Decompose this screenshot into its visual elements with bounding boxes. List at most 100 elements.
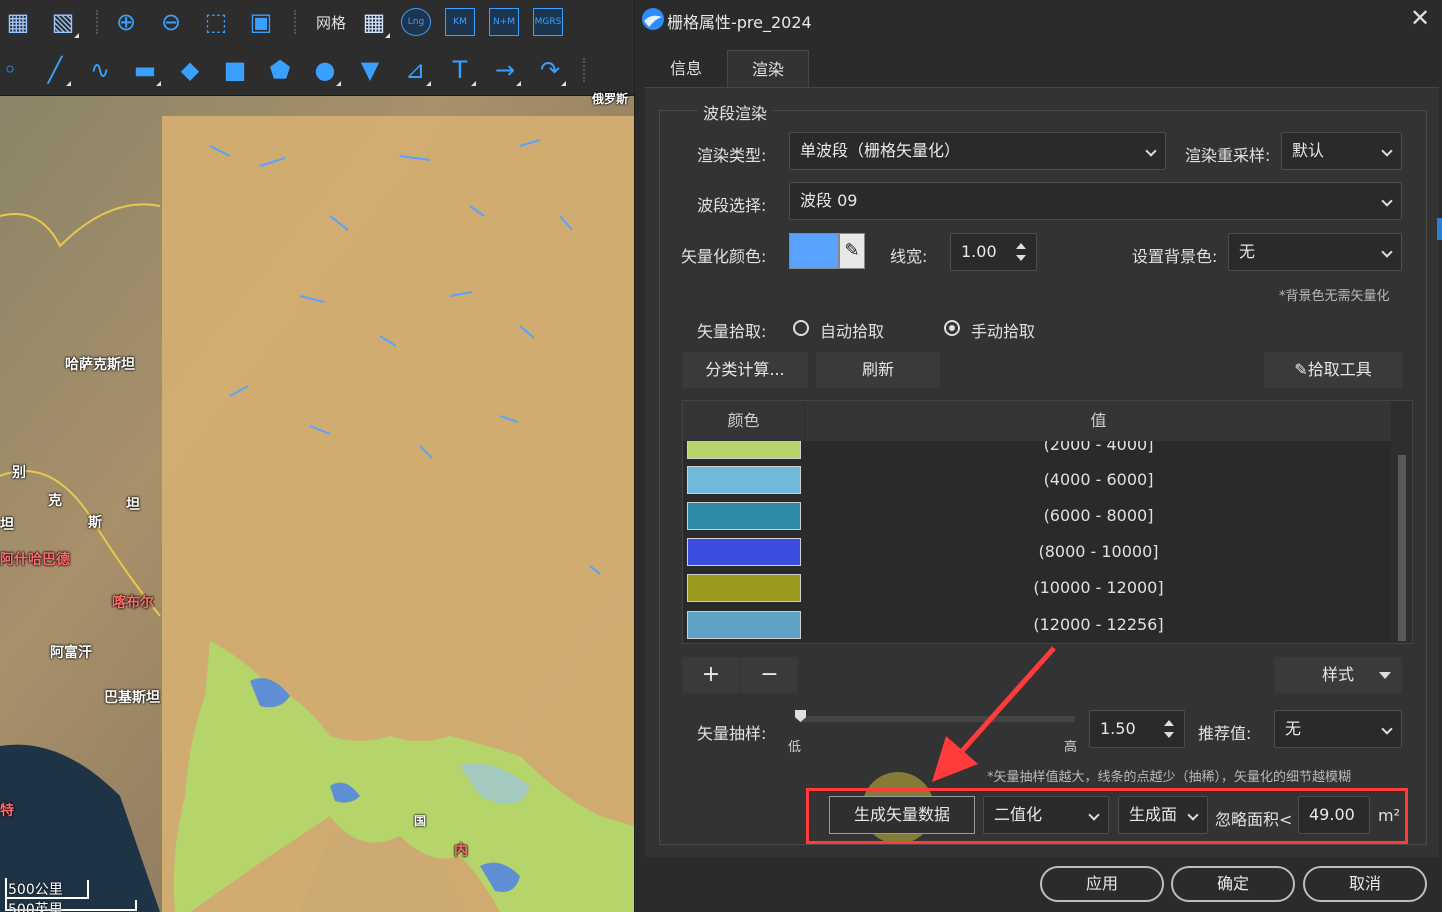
- class-value: (12000 - 12256]: [1033, 615, 1164, 634]
- band-value: 波段 09: [800, 191, 858, 210]
- class-value: (10000 - 12000]: [1033, 578, 1164, 597]
- draw-arc-icon[interactable]: ↷: [532, 52, 568, 88]
- table-header-value[interactable]: 值: [806, 401, 1391, 441]
- style-label: 样式: [1321, 665, 1354, 684]
- pick-auto-radio[interactable]: [793, 320, 809, 336]
- table-row[interactable]: (12000 - 12256]: [683, 607, 1391, 643]
- full-extent-icon[interactable]: ▣: [243, 4, 279, 40]
- classify-button[interactable]: 分类计算...: [682, 352, 808, 388]
- eyedropper-icon[interactable]: ✎: [839, 233, 865, 269]
- sampling-label: 矢量抽样:: [697, 724, 767, 743]
- remove-class-button[interactable]: −: [741, 657, 798, 693]
- draw-line-icon[interactable]: ╱: [37, 52, 73, 88]
- bg-color-label: 设置背景色:: [1132, 247, 1218, 266]
- chevron-down-icon: [1145, 145, 1157, 157]
- band-label: 波段选择:: [697, 196, 767, 215]
- spin-down-icon[interactable]: [1164, 732, 1174, 738]
- map-label-tan-left: 坦: [0, 517, 14, 533]
- map-label-si: 斯: [88, 515, 102, 531]
- recommend-select[interactable]: 无: [1274, 710, 1402, 748]
- draw-polygon-icon[interactable]: ◆: [172, 52, 208, 88]
- basemap-icon[interactable]: ▧: [45, 4, 81, 40]
- ok-button[interactable]: 确定: [1171, 866, 1295, 902]
- recommend-value: 无: [1285, 719, 1302, 738]
- app-root: ▦ ▧ ⊕ ⊖ ⬚ ▣ 网格 ▦ Lng KM N+M MGRS ◦ ╱ ∿ ▬…: [0, 0, 1442, 912]
- table-header-color[interactable]: 颜色: [683, 401, 805, 441]
- map-canvas[interactable]: [0, 96, 634, 912]
- draw-circle-icon[interactable]: ●: [307, 52, 343, 88]
- apply-button[interactable]: 应用: [1040, 866, 1164, 902]
- pick-manual-label[interactable]: 手动拾取: [971, 318, 1035, 342]
- dialog-titlebar[interactable]: 栅格属性-pre_2024 ✕: [635, 0, 1442, 38]
- add-class-button[interactable]: +: [682, 657, 740, 693]
- pick-manual-radio[interactable]: [944, 320, 960, 336]
- draw-measure-icon[interactable]: ⊿: [397, 52, 433, 88]
- class-color-swatch[interactable]: [687, 466, 801, 494]
- map-label-bie: 别: [12, 465, 26, 481]
- resample-value: 默认: [1292, 141, 1325, 160]
- sampling-spinbox[interactable]: 1.50: [1089, 710, 1185, 748]
- vector-color-swatch[interactable]: [789, 233, 839, 269]
- spin-down-icon[interactable]: [1016, 255, 1026, 261]
- refresh-button[interactable]: 刷新: [816, 352, 940, 388]
- draw-square-icon[interactable]: ■: [217, 52, 253, 88]
- spin-up-icon[interactable]: [1164, 720, 1174, 726]
- draw-pentagon-icon[interactable]: ⬟: [262, 52, 298, 88]
- pick-tool-button[interactable]: ✎拾取工具: [1264, 352, 1402, 388]
- grid-icon[interactable]: ▦: [356, 4, 392, 40]
- render-type-select[interactable]: 单波段（栅格矢量化）: [789, 132, 1166, 170]
- draw-sector-icon[interactable]: ▼: [352, 52, 388, 88]
- table-row[interactable]: (8000 - 10000]: [683, 534, 1391, 570]
- map-label-afghanistan: 阿富汗: [50, 645, 92, 661]
- tab-info[interactable]: 信息: [645, 50, 727, 88]
- class-color-swatch[interactable]: [687, 611, 801, 639]
- class-value: (4000 - 6000]: [1043, 470, 1154, 489]
- table-header: 颜色 值: [683, 401, 1391, 441]
- close-icon[interactable]: ✕: [1407, 5, 1433, 31]
- class-color-swatch[interactable]: [687, 502, 801, 530]
- spin-up-icon[interactable]: [1016, 243, 1026, 249]
- resample-select[interactable]: 默认: [1281, 132, 1402, 170]
- map-label-russia: 俄罗斯: [592, 92, 629, 106]
- band-select[interactable]: 波段 09: [789, 182, 1402, 220]
- map-label-te: 特: [0, 803, 14, 819]
- class-color-swatch[interactable]: [687, 574, 801, 602]
- table-row[interactable]: (6000 - 8000]: [683, 498, 1391, 534]
- nm-grid-icon[interactable]: N+M: [489, 8, 520, 36]
- layer-image-icon[interactable]: ▦: [0, 4, 36, 40]
- scroll-thumb[interactable]: [1398, 455, 1406, 641]
- km-grid-icon[interactable]: KM: [445, 8, 476, 36]
- annotation-arrow: [932, 646, 1056, 782]
- draw-text-icon[interactable]: T: [442, 52, 478, 88]
- line-width-value: 1.00: [961, 242, 997, 261]
- bg-color-select[interactable]: 无: [1228, 233, 1402, 271]
- mgrs-grid-icon[interactable]: MGRS: [533, 8, 564, 36]
- grid-label: 网格: [316, 13, 347, 32]
- map-label-kabul: 喀布尔: [112, 595, 154, 611]
- pick-auto-label[interactable]: 自动拾取: [820, 318, 884, 342]
- class-color-swatch[interactable]: [687, 538, 801, 566]
- dialog-title: 栅格属性-pre_2024: [667, 13, 812, 32]
- toolbar-separator: [294, 10, 300, 34]
- lng-grid-icon[interactable]: Lng: [401, 8, 432, 36]
- table-scrollbar[interactable]: [1391, 401, 1412, 643]
- style-button[interactable]: 样式: [1274, 657, 1402, 693]
- tab-render[interactable]: 渲染: [727, 50, 809, 88]
- cancel-button[interactable]: 取消: [1303, 866, 1427, 902]
- sampling-value: 1.50: [1100, 719, 1136, 738]
- table-row[interactable]: (10000 - 12000]: [683, 570, 1391, 606]
- recommend-label: 推荐值:: [1198, 724, 1252, 743]
- table-row[interactable]: (4000 - 6000]: [683, 462, 1391, 498]
- line-width-spinbox[interactable]: 1.00: [950, 233, 1037, 271]
- draw-rectangle-icon[interactable]: ▬: [127, 52, 163, 88]
- zoom-out-icon[interactable]: ⊖: [153, 4, 189, 40]
- zoom-extent-icon[interactable]: ⬚: [198, 4, 234, 40]
- map-label-guo: 国: [414, 814, 427, 828]
- draw-curve-icon[interactable]: ∿: [82, 52, 118, 88]
- render-type-label: 渲染类型:: [697, 146, 767, 165]
- draw-point-icon[interactable]: ◦: [0, 52, 28, 88]
- zoom-in-icon[interactable]: ⊕: [108, 4, 144, 40]
- draw-arrow-icon[interactable]: →: [487, 52, 523, 88]
- class-color-table[interactable]: (2000 - 4000] (4000 - 6000] (6000 - 8000](…: [682, 400, 1413, 644]
- render-type-value: 单波段（栅格矢量化）: [800, 141, 961, 160]
